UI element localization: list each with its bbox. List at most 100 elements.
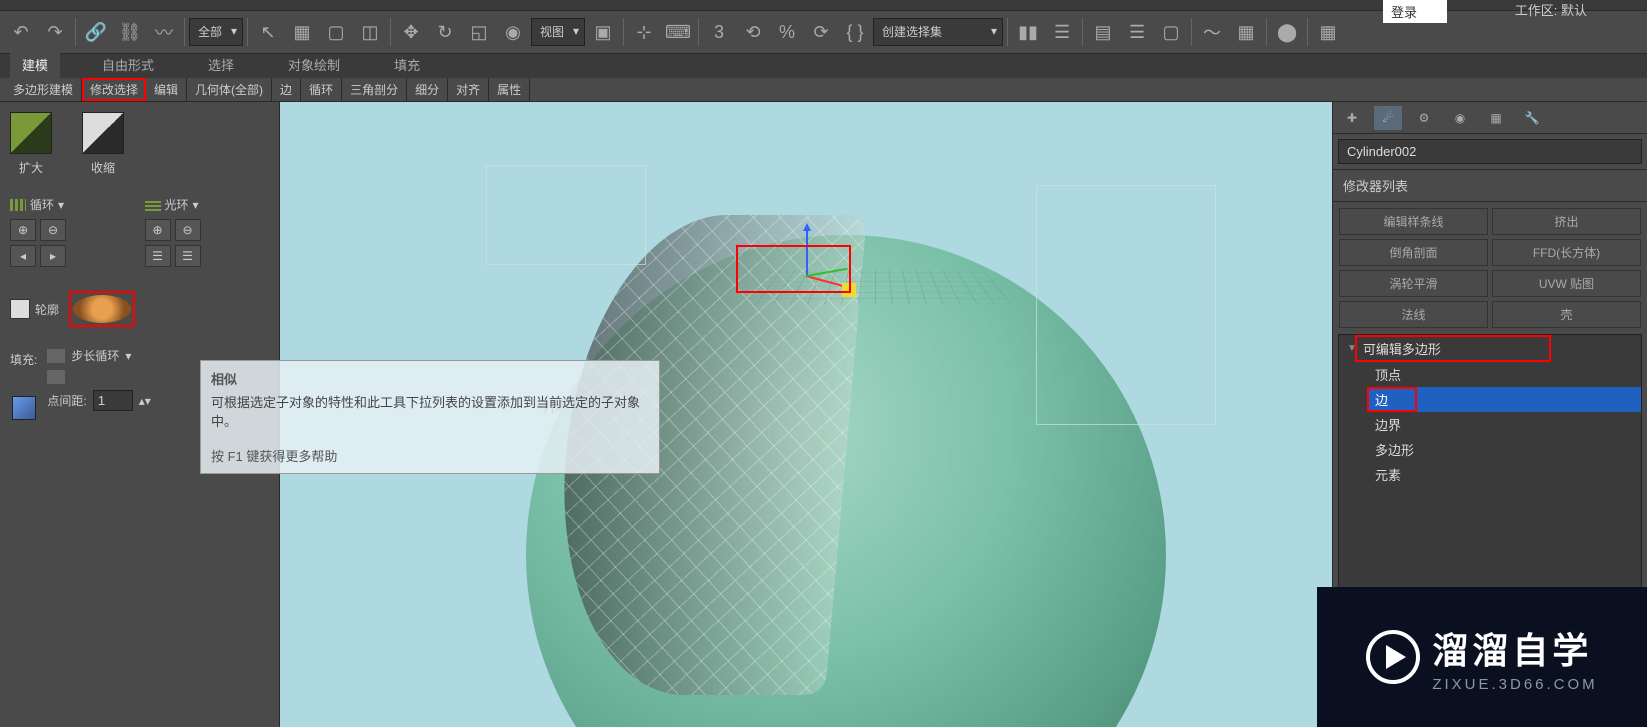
preset-edit-spline[interactable]: 编辑样条线 bbox=[1339, 208, 1488, 235]
stack-polygon[interactable]: 多边形 bbox=[1367, 437, 1641, 462]
sub-subdivision[interactable]: 细分 bbox=[407, 78, 448, 101]
render-setup-button[interactable]: ▦ bbox=[1312, 16, 1344, 48]
watermark: 溜溜自学 ZIXUE.3D66.COM bbox=[1317, 587, 1647, 727]
preset-turbosmooth[interactable]: 涡轮平滑 bbox=[1339, 270, 1488, 297]
sub-loop[interactable]: 循环 bbox=[301, 78, 342, 101]
preset-ffd-box[interactable]: FFD(长方体) bbox=[1492, 239, 1641, 266]
ring-remove-button[interactable]: ⊖ bbox=[175, 219, 201, 241]
selection-filter-combo[interactable]: 全部 bbox=[189, 18, 243, 46]
ref-coord-combo[interactable]: 视图 bbox=[531, 18, 585, 46]
stack-editable-poly[interactable]: ▼ 可编辑多边形 bbox=[1339, 335, 1641, 362]
workspace-label[interactable]: 工作区: 默认 bbox=[1515, 0, 1587, 19]
shrink-icon bbox=[82, 112, 124, 154]
select-button[interactable]: ↖ bbox=[252, 16, 284, 48]
utilities-tab[interactable]: 🔧 bbox=[1518, 106, 1546, 130]
sub-properties[interactable]: 属性 bbox=[489, 78, 530, 101]
loop-add-button[interactable]: ⊕ bbox=[10, 219, 36, 241]
select-name-button[interactable]: ▦ bbox=[286, 16, 318, 48]
align-button[interactable]: ☰ bbox=[1046, 16, 1078, 48]
object-name-field[interactable]: Cylinder002 bbox=[1338, 139, 1642, 164]
loop-icon bbox=[10, 199, 26, 211]
redo-button[interactable]: ↷ bbox=[39, 16, 71, 48]
outline-label: 轮廓 bbox=[35, 301, 59, 318]
manipulate-button[interactable]: ⊹ bbox=[628, 16, 660, 48]
loop-next-button[interactable]: ▸ bbox=[40, 245, 66, 267]
modifier-list-header[interactable]: 修改器列表 bbox=[1333, 169, 1647, 202]
unlink-button[interactable]: ⛓ bbox=[114, 16, 146, 48]
snap-3-button[interactable]: 3 bbox=[703, 16, 735, 48]
sub-align[interactable]: 对齐 bbox=[448, 78, 489, 101]
create-tab[interactable]: ✚ bbox=[1338, 106, 1366, 130]
expand-button[interactable]: 扩大 bbox=[10, 112, 52, 176]
preset-uvw-map[interactable]: UVW 贴图 bbox=[1492, 270, 1641, 297]
similar-button[interactable] bbox=[69, 291, 135, 327]
angle-snap-button[interactable]: ⟲ bbox=[737, 16, 769, 48]
window-crossing-button[interactable]: ◫ bbox=[354, 16, 386, 48]
tab-object-paint[interactable]: 对象绘制 bbox=[276, 51, 352, 78]
tab-modeling[interactable]: 建模 bbox=[10, 51, 60, 78]
sub-tri[interactable]: 三角剖分 bbox=[342, 78, 407, 101]
expand-arrow-icon[interactable]: ▼ bbox=[1347, 343, 1357, 354]
loop-prev-button[interactable]: ◂ bbox=[10, 245, 36, 267]
stack-element[interactable]: 元素 bbox=[1367, 462, 1641, 487]
layers-button[interactable]: ▤ bbox=[1087, 16, 1119, 48]
bind-button[interactable]: 〰 bbox=[148, 16, 180, 48]
mirror-button[interactable]: ▮▮ bbox=[1012, 16, 1044, 48]
preset-normal[interactable]: 法线 bbox=[1339, 301, 1488, 328]
edit-named-button[interactable]: { } bbox=[839, 16, 871, 48]
stack-edge[interactable]: 边 bbox=[1367, 387, 1641, 412]
preset-shell[interactable]: 壳 bbox=[1492, 301, 1641, 328]
preset-extrude[interactable]: 挤出 bbox=[1492, 208, 1641, 235]
step-loop-row[interactable]: 步长循环 ▾ bbox=[47, 347, 150, 364]
hierarchy-tab[interactable]: ⚙ bbox=[1410, 106, 1438, 130]
undo-button[interactable]: ↶ bbox=[5, 16, 37, 48]
sub-geometry-all[interactable]: 几何体(全部) bbox=[187, 78, 272, 101]
material-editor-button[interactable]: ⬤ bbox=[1271, 16, 1303, 48]
scale-button[interactable]: ◱ bbox=[463, 16, 495, 48]
pivot-button[interactable]: ▣ bbox=[587, 16, 619, 48]
percent-snap-button[interactable]: % bbox=[771, 16, 803, 48]
keyboard-shortcut-button[interactable]: ⌨ bbox=[662, 16, 694, 48]
modify-tab[interactable]: ☄ bbox=[1374, 106, 1402, 130]
tab-selection[interactable]: 选择 bbox=[196, 51, 246, 78]
schematic-view-button[interactable]: ▦ bbox=[1230, 16, 1262, 48]
ring-prev-button[interactable]: ☰ bbox=[145, 245, 171, 267]
tab-populate[interactable]: 填充 bbox=[382, 51, 432, 78]
step-mode-row[interactable] bbox=[47, 370, 150, 384]
spinner-icon[interactable]: ▴▾ bbox=[139, 394, 151, 408]
outline-icon bbox=[10, 299, 30, 319]
ribbon-toggle-button[interactable]: ▢ bbox=[1155, 16, 1187, 48]
preset-bevel-profile[interactable]: 倒角剖面 bbox=[1339, 239, 1488, 266]
tab-freeform[interactable]: 自由形式 bbox=[90, 51, 166, 78]
rotate-button[interactable]: ↻ bbox=[429, 16, 461, 48]
select-region-button[interactable]: ▢ bbox=[320, 16, 352, 48]
stack-border[interactable]: 边界 bbox=[1367, 412, 1641, 437]
login-label[interactable]: 登录 bbox=[1383, 0, 1447, 23]
spinner-snap-button[interactable]: ⟳ bbox=[805, 16, 837, 48]
dropdown-icon[interactable]: ▾ bbox=[125, 349, 131, 363]
display-tab[interactable]: ▦ bbox=[1482, 106, 1510, 130]
motion-tab[interactable]: ◉ bbox=[1446, 106, 1474, 130]
move-button[interactable]: ✥ bbox=[395, 16, 427, 48]
dropdown-icon[interactable]: ▾ bbox=[193, 198, 199, 212]
scene-explorer-button[interactable]: ☰ bbox=[1121, 16, 1153, 48]
sub-edit[interactable]: 编辑 bbox=[146, 78, 187, 101]
sub-modify-selection[interactable]: 修改选择 bbox=[82, 78, 146, 101]
point-gap-input[interactable] bbox=[93, 390, 133, 411]
modifier-presets: 编辑样条线 挤出 倒角剖面 FFD(长方体) 涡轮平滑 UVW 贴图 法线 壳 bbox=[1333, 202, 1647, 334]
ring-add-button[interactable]: ⊕ bbox=[145, 219, 171, 241]
placement-button[interactable]: ◉ bbox=[497, 16, 529, 48]
curve-editor-button[interactable]: 〜 bbox=[1196, 16, 1228, 48]
fill-icon[interactable] bbox=[12, 396, 36, 420]
link-button[interactable]: 🔗 bbox=[80, 16, 112, 48]
stack-vertex[interactable]: 顶点 bbox=[1367, 362, 1641, 387]
sub-edge[interactable]: 边 bbox=[272, 78, 301, 101]
similar-icon bbox=[73, 295, 131, 323]
outline-button[interactable]: 轮廓 bbox=[10, 299, 59, 319]
ring-next-button[interactable]: ☰ bbox=[175, 245, 201, 267]
dropdown-icon[interactable]: ▾ bbox=[58, 198, 64, 212]
selection-set-combo[interactable]: 创建选择集 bbox=[873, 18, 1003, 46]
sub-poly-modeling[interactable]: 多边形建模 bbox=[5, 78, 82, 101]
loop-remove-button[interactable]: ⊖ bbox=[40, 219, 66, 241]
shrink-button[interactable]: 收缩 bbox=[82, 112, 124, 176]
